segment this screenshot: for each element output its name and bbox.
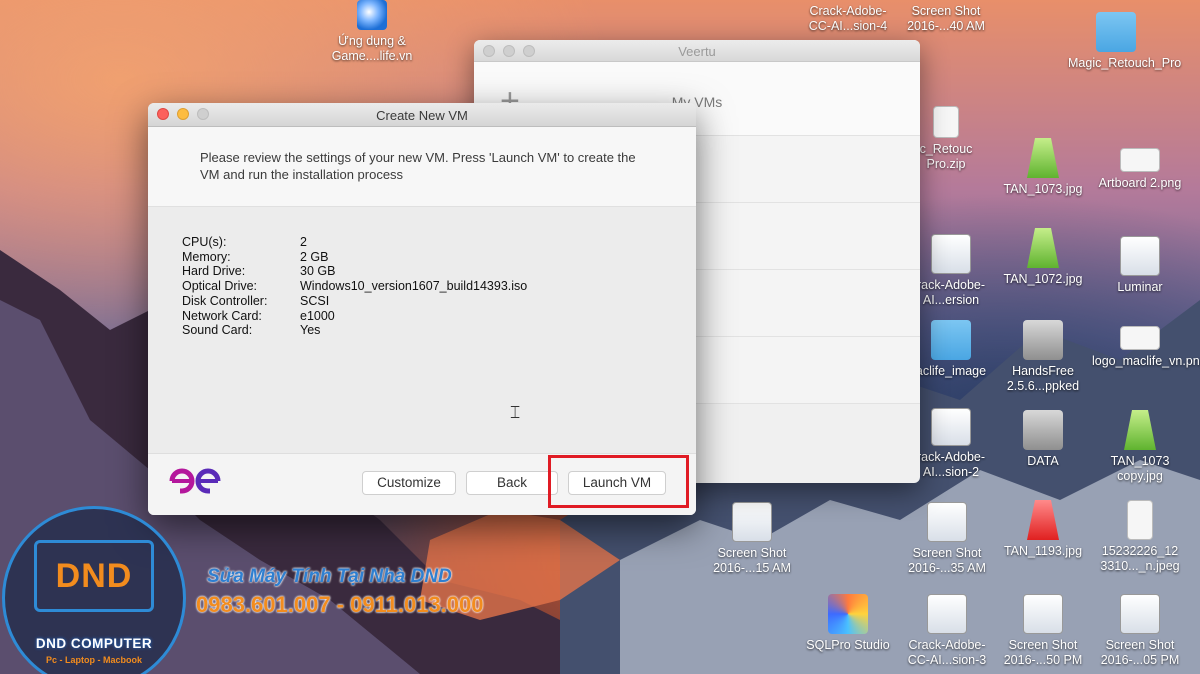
desktop-icon-crack-adobe-3[interactable]: Crack-Adobe-CC-AI...sion-3	[899, 594, 995, 668]
desktop-icon-tan-1072[interactable]: TAN_1072.jpg	[995, 228, 1091, 287]
desktop-icon-sqlpro[interactable]: SQLPro Studio	[800, 594, 896, 653]
watermark-slogan: Sửa Máy Tính Tại Nhà DND	[207, 566, 452, 587]
screenshot-icon	[732, 502, 772, 542]
desktop-icon-screenshot-1[interactable]: Screen Shot 2016-...40 AM	[898, 4, 994, 34]
desktop-icon-magic-retouch[interactable]: Magic_Retouch_Pro	[1068, 12, 1181, 71]
veertu-titlebar[interactable]: Veertu	[474, 40, 920, 62]
drive-icon	[1023, 410, 1063, 450]
desktop-icon-logo-maclife[interactable]: logo_maclife_vn.png	[1092, 326, 1200, 369]
spec-sound-card: Sound Card: Yes	[182, 323, 321, 338]
image-icon	[1027, 138, 1059, 178]
image-icon	[1120, 148, 1160, 172]
app-icon	[1023, 320, 1063, 360]
image-icon	[1120, 326, 1160, 350]
desktop-icon-data-drive[interactable]: DATA	[995, 410, 1091, 469]
veertu-logo-icon	[169, 468, 221, 494]
desktop-icon-screenshot-2[interactable]: Screen Shot 2016-...15 AM	[704, 502, 800, 576]
create-vm-dialog: Create New VM Please review the settings…	[148, 103, 696, 515]
spec-optical-drive: Optical Drive: Windows10_version1607_bui…	[182, 279, 528, 294]
zip-icon	[933, 106, 959, 138]
desktop-icon-tan-1193[interactable]: TAN_1193.jpg	[995, 500, 1091, 559]
screenshot-icon	[1023, 594, 1063, 634]
dialog-titlebar[interactable]: Create New VM	[148, 103, 696, 127]
file-icon	[931, 234, 971, 274]
spec-cpu: CPU(s): 2	[182, 235, 307, 249]
watermark-logo: DND	[34, 540, 154, 612]
text-cursor-icon: ⌶	[510, 403, 521, 422]
dialog-title: Create New VM	[376, 108, 468, 123]
sqlpro-icon	[828, 594, 868, 634]
customize-button[interactable]: Customize	[362, 471, 456, 495]
launch-vm-highlight	[548, 455, 689, 508]
desktop-icon-artboard[interactable]: Artboard 2.png	[1092, 148, 1188, 191]
image-icon	[1120, 236, 1160, 276]
vm-settings-summary: CPU(s): 2 Memory: 2 GB Hard Drive: 30 GB…	[148, 207, 696, 453]
desktop-icon-screenshot-5[interactable]: Screen Shot 2016-...05 PM	[1092, 594, 1188, 668]
spec-hard-drive: Hard Drive: 30 GB	[182, 264, 336, 279]
folder-icon	[931, 320, 971, 360]
watermark-tagline: Pc - Laptop - Macbook	[45, 655, 142, 665]
watermark-phone: 0983.601.007 - 0911.013.000	[196, 592, 484, 617]
watermark-company: DND COMPUTER	[35, 636, 153, 651]
desktop-icon-screenshot-4[interactable]: Screen Shot 2016-...50 PM	[995, 594, 1091, 668]
image-icon	[1027, 228, 1059, 268]
screenshot-icon	[1120, 594, 1160, 634]
desktop-icon-luminar[interactable]: Luminar	[1092, 236, 1188, 295]
back-button[interactable]: Back	[466, 471, 558, 495]
spec-disk-controller: Disk Controller: SCSI	[182, 293, 330, 308]
spec-memory: Memory: 2 GB	[182, 249, 329, 264]
desktop-icon-crack-adobe-4[interactable]: Crack-Adobe-CC-AI...sion-4	[800, 4, 896, 34]
webloc-icon	[357, 0, 387, 30]
desktop-icon-tan-1073-copy[interactable]: TAN_1073 copy.jpg	[1092, 410, 1188, 484]
image-icon	[1027, 500, 1059, 540]
image-icon	[1124, 410, 1156, 450]
veertu-title: Veertu	[678, 44, 716, 59]
desktop-icon-screenshot-3[interactable]: Screen Shot 2016-...35 AM	[899, 502, 995, 576]
file-icon	[927, 594, 967, 634]
spec-network-card: Network Card: e1000	[182, 308, 335, 323]
desktop-icon-handsfree[interactable]: HandsFree 2.5.6...ppked	[995, 320, 1091, 394]
desktop-icon-webloc[interactable]: Ứng dụng & Game....life.vn	[324, 0, 420, 64]
image-icon	[1127, 500, 1153, 540]
folder-icon	[1096, 12, 1136, 52]
dialog-intro: Please review the settings of your new V…	[148, 127, 696, 207]
screenshot-icon	[927, 502, 967, 542]
desktop-icon-jpeg-15232226[interactable]: 15232226_12 3310..._n.jpeg	[1092, 500, 1188, 574]
file-icon	[931, 408, 971, 446]
desktop-icon-tan-1073[interactable]: TAN_1073.jpg	[995, 138, 1091, 197]
